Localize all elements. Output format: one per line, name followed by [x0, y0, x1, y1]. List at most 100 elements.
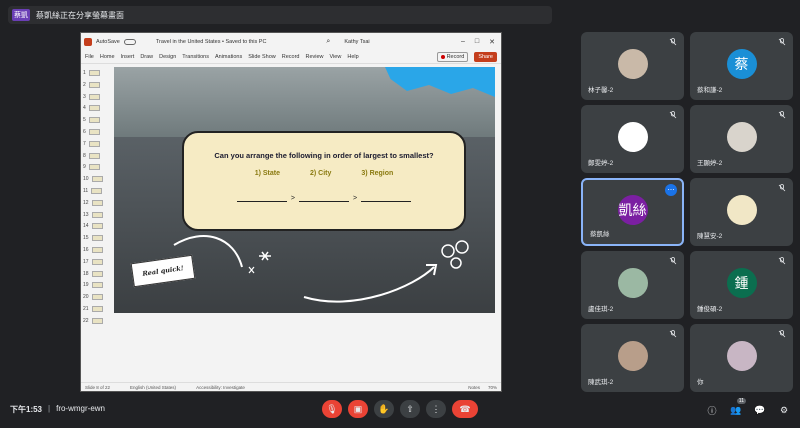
mic-muted-icon	[669, 38, 677, 46]
participant-tile[interactable]: 凱絲 蔡凱絲 ⋯	[581, 178, 684, 246]
thumbnail-image	[88, 129, 100, 135]
tab-help[interactable]: Help	[347, 54, 358, 60]
slide-thumbnail[interactable]: 4	[83, 104, 107, 112]
more-options-icon[interactable]: ⋯	[665, 184, 677, 196]
participant-tile[interactable]: 你	[690, 324, 793, 392]
tab-review[interactable]: Review	[305, 54, 323, 60]
slide-thumbnail[interactable]: 19	[83, 281, 107, 289]
slide-number: 14	[83, 223, 89, 230]
notes-button[interactable]: Notes	[468, 385, 480, 390]
tab-slide-show[interactable]: Slide Show	[248, 54, 276, 60]
slide-thumbnail[interactable]: 13	[83, 211, 107, 219]
meet-window: 蔡凱 蔡凱絲正在分享螢幕畫面 AutoSave Travel in the Un…	[0, 0, 800, 428]
leave-call-button[interactable]: ☎	[452, 400, 478, 418]
slide-number: 20	[83, 294, 89, 301]
record-dot-icon	[440, 54, 445, 59]
participant-name: 盧佳琪-2	[588, 306, 614, 313]
slide-number: 2	[83, 81, 86, 88]
slide-thumbnail[interactable]: 15	[83, 234, 107, 242]
tab-animations[interactable]: Animations	[215, 54, 242, 60]
participant-tile[interactable]: 盧佳琪-2	[581, 251, 684, 319]
slide-thumbnail[interactable]: 1	[83, 69, 107, 77]
question-text: Can you arrange the following in order o…	[214, 151, 434, 160]
record-button[interactable]: Record	[436, 51, 469, 62]
present-icon: ⇧	[406, 403, 414, 414]
powerpoint-icon	[84, 37, 92, 46]
hand-icon: ✋	[378, 403, 390, 414]
ppt-titlebar: AutoSave Travel in the United States • S…	[81, 33, 501, 50]
tab-transitions[interactable]: Transitions	[182, 54, 209, 60]
slide-thumbnail[interactable]: 20	[83, 293, 107, 301]
slide-thumbnail[interactable]: 11	[83, 187, 107, 195]
chat-button[interactable]: 💬	[752, 402, 768, 418]
participant-tile[interactable]: 林子馨-2	[581, 32, 684, 100]
participant-tile[interactable]: 鄭雯婷-2	[581, 105, 684, 173]
more-options-button[interactable]: ⋮	[426, 400, 446, 418]
slide-thumbnail[interactable]: 7	[83, 140, 107, 148]
slide-thumbnail[interactable]: 6	[83, 128, 107, 136]
slide-thumbnail[interactable]: 5	[83, 116, 107, 124]
people-button[interactable]: 👥 11	[728, 398, 746, 418]
mic-muted-icon	[669, 111, 677, 119]
greater-than-sign: >	[353, 195, 358, 202]
close-icon[interactable]: ✕	[489, 38, 495, 46]
maximize-icon[interactable]: □	[475, 38, 479, 46]
avatar: 凱絲	[617, 195, 648, 225]
accessibility[interactable]: Accessibility: Investigate	[196, 385, 245, 390]
slide-thumbnail[interactable]: 9	[83, 163, 107, 171]
slide-thumbnail[interactable]: 12	[83, 199, 107, 207]
tab-view[interactable]: View	[330, 54, 342, 60]
tab-file[interactable]: File	[85, 54, 94, 60]
camera-off-button[interactable]: ▣	[348, 400, 368, 418]
slide-number: 16	[83, 247, 89, 253]
mic-off-button[interactable]: 🎙	[322, 400, 342, 418]
slide-thumbnail[interactable]: 22	[83, 317, 107, 325]
slide-number: 1	[83, 70, 86, 76]
slide-thumbnail[interactable]: 2	[83, 81, 107, 89]
slide-thumbnail[interactable]: 14	[83, 222, 107, 230]
participant-tile[interactable]: 蔡蔡和謙-2	[690, 32, 793, 100]
participant-name: 蔡凱絲	[590, 231, 610, 238]
participant-tile[interactable]: 鍾鍾俊碩-2	[690, 251, 793, 319]
thumbnail-image	[88, 152, 100, 159]
raise-hand-button[interactable]: ✋	[374, 400, 394, 418]
chat-icon: 💬	[754, 404, 766, 415]
tab-home[interactable]: Home	[100, 54, 115, 60]
zoom-level[interactable]: 70%	[488, 385, 497, 390]
thumbnail-image	[88, 164, 100, 171]
search-icon[interactable]: ⌕	[326, 38, 330, 46]
tab-record[interactable]: Record	[282, 54, 300, 60]
slide-thumbnail[interactable]: 18	[83, 270, 107, 278]
thumbnail-image	[91, 258, 103, 265]
tab-insert[interactable]: Insert	[121, 54, 135, 60]
slide-thumbnail[interactable]: 17	[83, 258, 107, 266]
share-button[interactable]: Share	[474, 51, 497, 62]
language: English (United States)	[130, 384, 177, 390]
minimize-icon[interactable]: –	[461, 38, 465, 46]
participant-tile[interactable]: 陳慧安-2	[690, 178, 793, 246]
autosave-toggle[interactable]	[123, 38, 136, 45]
thumbnail-image	[91, 270, 103, 277]
slide-thumbnail[interactable]: 21	[83, 305, 107, 313]
slide-number: 3	[83, 93, 86, 100]
status-bar: Slide 8 of 22 English (United States) Ac…	[81, 382, 501, 391]
mic-muted-icon	[778, 330, 786, 338]
meeting-time: 下午1:53	[10, 405, 43, 414]
slide-thumbnail[interactable]: 16	[83, 246, 107, 254]
slide-number: 21	[83, 306, 89, 312]
presenting-bar: 蔡凱 蔡凱絲正在分享螢幕畫面	[8, 6, 552, 24]
present-button[interactable]: ⇧	[400, 400, 420, 418]
slide-canvas: Can you arrange the following in order o…	[114, 67, 495, 313]
participant-tile[interactable]: 王顯婷-2	[690, 105, 793, 173]
slide-thumbnail[interactable]: 10	[83, 175, 107, 183]
tab-design[interactable]: Design	[159, 54, 176, 60]
slide-thumbnail[interactable]: 8	[83, 152, 107, 160]
tab-draw[interactable]: Draw	[140, 54, 153, 60]
mic-muted-icon	[778, 184, 786, 192]
camera-off-icon: ▣	[353, 403, 363, 414]
slide-thumbnail[interactable]: 3	[83, 93, 107, 101]
activities-button[interactable]: ⚙	[776, 402, 792, 418]
slide-number: 8	[83, 152, 86, 159]
participant-tile[interactable]: 陳武琪-2	[581, 324, 684, 392]
info-button[interactable]: ⓘ	[704, 402, 720, 418]
